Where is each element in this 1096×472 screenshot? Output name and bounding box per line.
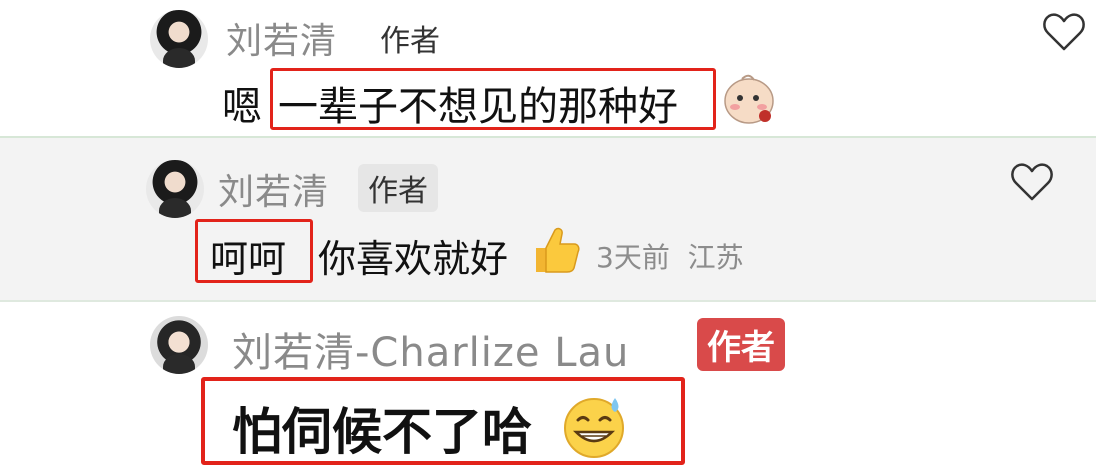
author-tag: 作者 (380, 24, 440, 59)
comment-text-highlighted: 呵呵 (210, 237, 287, 281)
grinning-sweat-icon (564, 398, 624, 458)
comment-text-highlighted: 一辈子不想见的那种好 (278, 84, 678, 130)
avatar[interactable] (150, 10, 208, 68)
author-tag: 作者 (358, 164, 438, 212)
author-badge: 作者 (697, 318, 785, 371)
avatar[interactable] (146, 160, 204, 218)
comment-1: 刘若清 作者 嗯 一辈子不想见的那种好 (0, 0, 1096, 138)
thumbs-up-icon (536, 227, 580, 273)
heart-outline-icon[interactable] (1040, 8, 1088, 56)
comment-time: 3天前 (596, 241, 670, 274)
heart-outline-icon[interactable] (1008, 158, 1056, 206)
avatar[interactable] (150, 316, 208, 374)
comment-text-prefix: 嗯 (222, 84, 262, 130)
author-name[interactable]: 刘若清-Charlize Lau (232, 320, 629, 378)
author-name[interactable]: 刘若清 (218, 163, 329, 215)
comment-text: 你喜欢就好 (318, 237, 509, 281)
comment-location: 江苏 (687, 241, 744, 274)
shy-face-icon (724, 74, 774, 124)
comment-meta: 3天前 江苏 (596, 236, 744, 276)
comment-text-highlighted: 怕伺候不了哈 (232, 403, 532, 461)
author-name[interactable]: 刘若清 (226, 12, 337, 64)
